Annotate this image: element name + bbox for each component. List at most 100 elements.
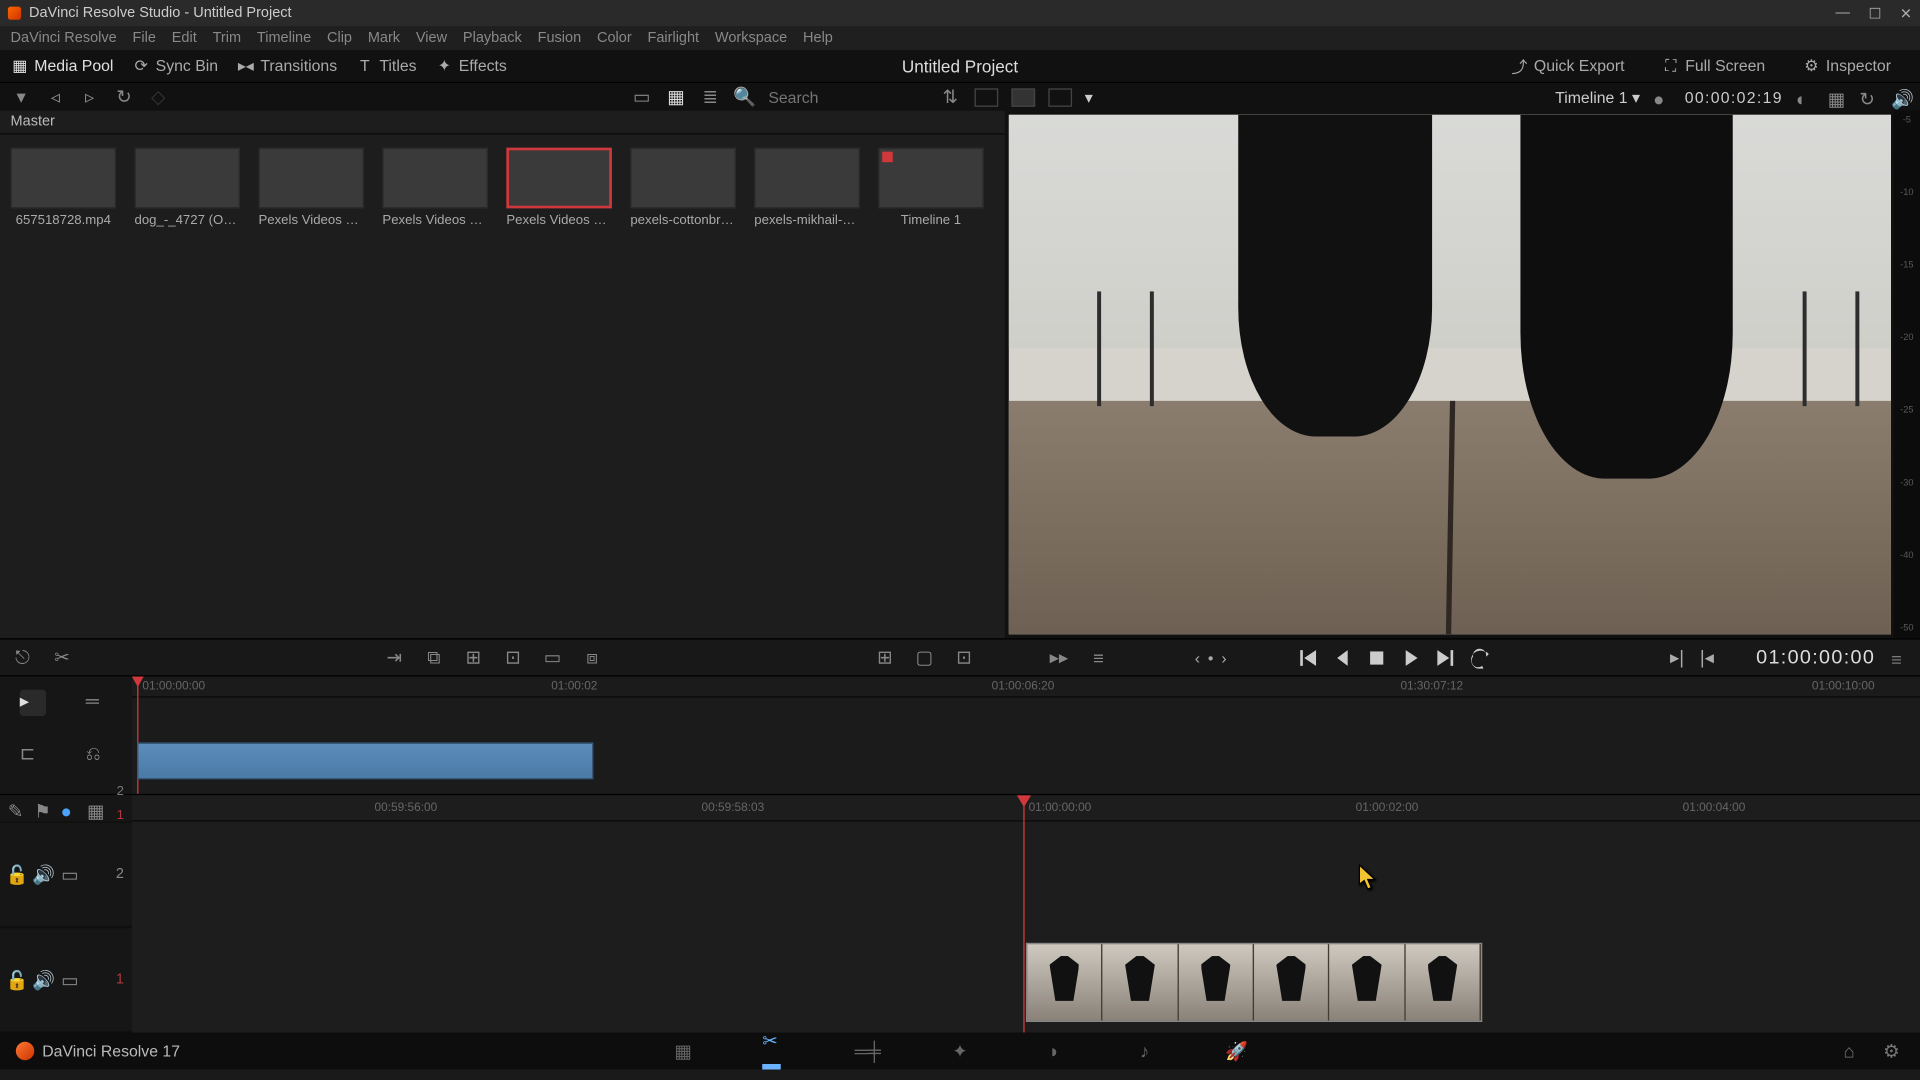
menu-help[interactable]: Help — [803, 30, 833, 46]
place-on-top-button[interactable]: ▭ — [541, 645, 565, 669]
edit-page-button[interactable]: ═╪ — [855, 1038, 881, 1064]
viewer-layout-2[interactable] — [1011, 88, 1035, 106]
master-bin-label[interactable]: Master — [0, 111, 1005, 135]
menu-playback[interactable]: Playback — [463, 30, 522, 46]
import-dropdown[interactable]: ▾ — [11, 86, 32, 107]
timeline-clip-audio[interactable] — [1026, 1021, 1482, 1022]
list-view-button[interactable]: ≣ — [700, 86, 721, 107]
timeline-mode-b[interactable]: ═ — [86, 690, 112, 716]
tools-button[interactable]: ⊞ — [873, 645, 897, 669]
go-end-button[interactable] — [1435, 647, 1456, 668]
video-toggle-icon[interactable]: ▭ — [61, 971, 79, 989]
viewer-layout-3[interactable] — [1048, 88, 1072, 106]
video-track-2[interactable] — [132, 824, 1920, 929]
clip-thumbnail[interactable]: dog_-_4727 (Origi... — [135, 148, 240, 228]
sort-button[interactable]: ⇅ — [940, 86, 961, 107]
panel-transitions[interactable]: ▸◂Transitions — [237, 57, 338, 75]
track-header-v2[interactable]: 🔓 🔊 ▭ 2 — [0, 822, 132, 927]
review-button[interactable]: ≡ — [1087, 645, 1111, 669]
play-button[interactable] — [1401, 647, 1422, 668]
thumb-toggle[interactable]: ▦ — [87, 800, 103, 816]
color-page-button[interactable]: ◑ — [1039, 1038, 1065, 1064]
flag-toggle[interactable]: ⚑ — [34, 800, 50, 816]
thumbnail-view-button[interactable]: ▦ — [665, 86, 686, 107]
mini-timeline-tracks[interactable]: 01:00:00:00 01:00:02 01:00:06:20 01:30:0… — [132, 676, 1920, 793]
refresh-button[interactable]: ↻ — [113, 86, 134, 107]
minimize-button[interactable]: — — [1835, 5, 1850, 22]
panel-media-pool[interactable]: ▦Media Pool — [11, 57, 114, 75]
menu-timeline[interactable]: Timeline — [257, 30, 311, 46]
maximize-button[interactable]: ☐ — [1868, 5, 1881, 22]
lock-icon[interactable]: 🔓 — [8, 971, 26, 989]
audio-trim-button[interactable]: ⎌ — [86, 742, 112, 768]
bin-back-button[interactable]: ◃ — [45, 86, 66, 107]
viewer-frame[interactable] — [1009, 115, 1891, 635]
menu-color[interactable]: Color — [597, 30, 632, 46]
lock-icon[interactable]: 🔓 — [8, 865, 26, 883]
menu-fairlight[interactable]: Fairlight — [647, 30, 699, 46]
timeline-timecode[interactable]: 01:00:00:00 — [1756, 646, 1875, 668]
next-edit-button[interactable]: |◂ — [1700, 646, 1714, 668]
step-back-button[interactable] — [1332, 647, 1353, 668]
menu-trim[interactable]: Trim — [213, 30, 241, 46]
jog-next[interactable]: › — [1221, 648, 1226, 666]
speaker-icon[interactable]: 🔊 — [1891, 88, 1909, 106]
deliver-page-button[interactable]: 🚀 — [1224, 1038, 1250, 1064]
loop-icon[interactable]: ↻ — [1859, 88, 1877, 106]
inspector-button[interactable]: ⚙Inspector — [1802, 57, 1891, 75]
fast-review-button[interactable]: ▸▸ — [1047, 645, 1071, 669]
marker-toggle[interactable]: ✎ — [8, 800, 24, 816]
prev-edit-button[interactable]: ▸| — [1670, 646, 1684, 668]
record-icon[interactable]: ● — [1653, 88, 1671, 106]
quick-export-button[interactable]: ⤴Quick Export — [1510, 57, 1624, 75]
cut-page-button[interactable]: ✂▬ — [762, 1038, 788, 1064]
menu-mark[interactable]: Mark — [368, 30, 400, 46]
ripple-overwrite-button[interactable]: ⊞ — [462, 645, 486, 669]
panel-sync-bin[interactable]: ⟳Sync Bin — [132, 57, 218, 75]
mini-clip[interactable] — [137, 742, 593, 779]
full-screen-button[interactable]: ⛶Full Screen — [1661, 57, 1765, 75]
viewer-mode-dropdown[interactable]: ▾ — [1085, 88, 1093, 106]
search-input[interactable] — [768, 88, 926, 106]
panel-titles[interactable]: TTitles — [356, 57, 417, 75]
panel-effects[interactable]: ✦Effects — [435, 57, 507, 75]
timeline-clip[interactable] — [1026, 943, 1482, 1022]
stop-button[interactable] — [1366, 647, 1387, 668]
menu-edit[interactable]: Edit — [172, 30, 197, 46]
speaker-icon[interactable]: 🔊 — [34, 865, 52, 883]
fit-button[interactable]: ⊡ — [952, 645, 976, 669]
filmstrip-view-button[interactable]: ▭ — [631, 86, 652, 107]
media-page-button[interactable]: ▦ — [670, 1038, 696, 1064]
misc-button[interactable]: ◇ — [148, 86, 169, 107]
menu-clip[interactable]: Clip — [327, 30, 352, 46]
clip-thumbnail[interactable]: pexels-mikhail-nil... — [754, 148, 859, 228]
close-button[interactable]: ✕ — [1900, 5, 1912, 22]
safe-area-icon[interactable]: ▦ — [1828, 88, 1846, 106]
clip-thumbnail[interactable]: Timeline 1 — [878, 148, 983, 228]
sync-lock-toggle[interactable]: ● — [61, 800, 77, 816]
menu-fusion[interactable]: Fusion — [538, 30, 582, 46]
fairlight-page-button[interactable]: ♪ — [1131, 1038, 1157, 1064]
timeline-ruler[interactable]: 00:59:56:00 00:59:58:03 01:00:00:00 01:0… — [132, 795, 1920, 821]
loop-toggle[interactable] — [1469, 647, 1490, 668]
go-start-button[interactable] — [1298, 647, 1319, 668]
split-button[interactable]: ✂ — [50, 645, 74, 669]
close-up-button[interactable]: ⊡ — [501, 645, 525, 669]
mini-timeline-ruler[interactable]: 01:00:00:00 01:00:02 01:00:06:20 01:30:0… — [132, 676, 1920, 697]
viewer-layout-1[interactable] — [974, 88, 998, 106]
clip-thumbnail-selected[interactable]: Pexels Videos 279... — [506, 148, 611, 228]
menu-davinci[interactable]: DaVinci Resolve — [11, 30, 117, 46]
smart-insert-button[interactable]: ⇥ — [382, 645, 406, 669]
bin-fwd-button[interactable]: ▹ — [79, 86, 100, 107]
video-track-1[interactable] — [132, 932, 1920, 1032]
clip-thumbnail[interactable]: 657518728.mp4 — [11, 148, 116, 228]
snap-button[interactable]: ⊏ — [20, 742, 46, 768]
menu-file[interactable]: File — [133, 30, 156, 46]
timeline-mode-a[interactable]: ▸ — [20, 690, 46, 716]
track-header-v1[interactable]: 🔓 🔊 ▭ 1 — [0, 927, 132, 1032]
dynamic-zoom-button[interactable]: ▢ — [913, 645, 937, 669]
bypass-icon[interactable]: ◐ — [1796, 88, 1814, 106]
clip-thumbnail[interactable]: Pexels Videos 288... — [258, 148, 363, 228]
boring-detector-button[interactable]: ⎋ — [11, 645, 35, 669]
clip-thumbnail[interactable]: pexels-cottonbro-... — [630, 148, 735, 228]
